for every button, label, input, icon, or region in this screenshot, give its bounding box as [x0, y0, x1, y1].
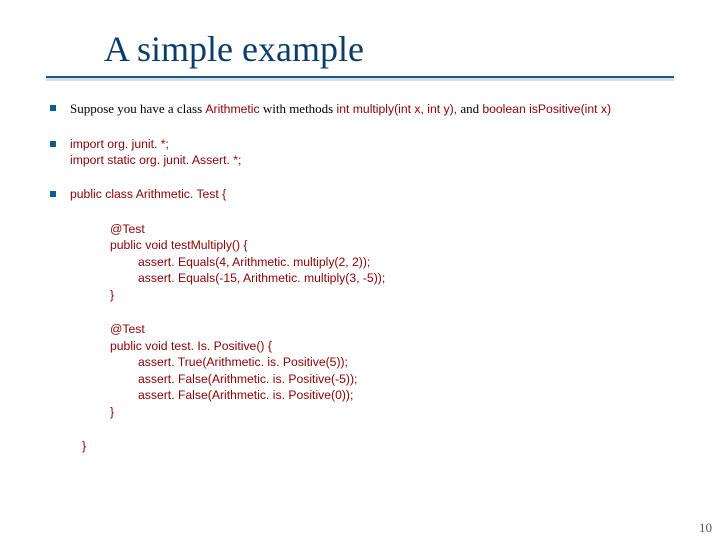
intro-method2: boolean isPositive(int x) — [482, 102, 611, 116]
title-underline — [46, 76, 674, 78]
slide: A simple example Suppose you have a clas… — [0, 0, 720, 540]
bullet-list: Suppose you have a class Arithmetic with… — [46, 100, 674, 203]
bullet-classdecl: public class Arithmetic. Test { — [46, 186, 674, 202]
test-method-2: @Test public void test. Is. Positive() {… — [82, 321, 674, 420]
content-area: Suppose you have a class Arithmetic with… — [46, 100, 674, 455]
test1-sig: public void testMultiply() { — [82, 237, 674, 253]
intro-method1: int multiply(int x, int y), — [337, 102, 458, 116]
test1-close: } — [82, 287, 674, 303]
test2-assert3: assert. False(Arithmetic. is. Positive(0… — [82, 387, 674, 403]
test2-assert1: assert. True(Arithmetic. is. Positive(5)… — [82, 354, 674, 370]
intro-text-mid1: with methods — [260, 101, 337, 116]
test2-close: } — [82, 404, 674, 420]
class-close: } — [82, 438, 674, 454]
class-declaration: public class Arithmetic. Test { — [70, 187, 226, 201]
title-section: A simple example — [46, 28, 674, 78]
page-number: 10 — [699, 520, 712, 536]
intro-class: Arithmetic — [205, 102, 259, 116]
test2-sig: public void test. Is. Positive() { — [82, 338, 674, 354]
test2-anno: @Test — [82, 321, 674, 337]
intro-text-pre: Suppose you have a class — [70, 101, 205, 116]
test-method-1: @Test public void testMultiply() { asser… — [82, 221, 674, 303]
test2-assert2: assert. False(Arithmetic. is. Positive(-… — [82, 371, 674, 387]
test1-anno: @Test — [82, 221, 674, 237]
intro-text-mid2: and — [457, 101, 482, 116]
test1-assert1: assert. Equals(4, Arithmetic. multiply(2… — [82, 254, 674, 270]
import-line-1: import org. junit. *; — [70, 136, 674, 152]
bullet-imports: import org. junit. *; import static org.… — [46, 136, 674, 169]
import-line-2: import static org. junit. Assert. *; — [70, 152, 674, 168]
close-brace: } — [82, 439, 86, 453]
bullet-intro: Suppose you have a class Arithmetic with… — [46, 100, 674, 118]
slide-title: A simple example — [46, 28, 674, 70]
test1-assert2: assert. Equals(-15, Arithmetic. multiply… — [82, 270, 674, 286]
